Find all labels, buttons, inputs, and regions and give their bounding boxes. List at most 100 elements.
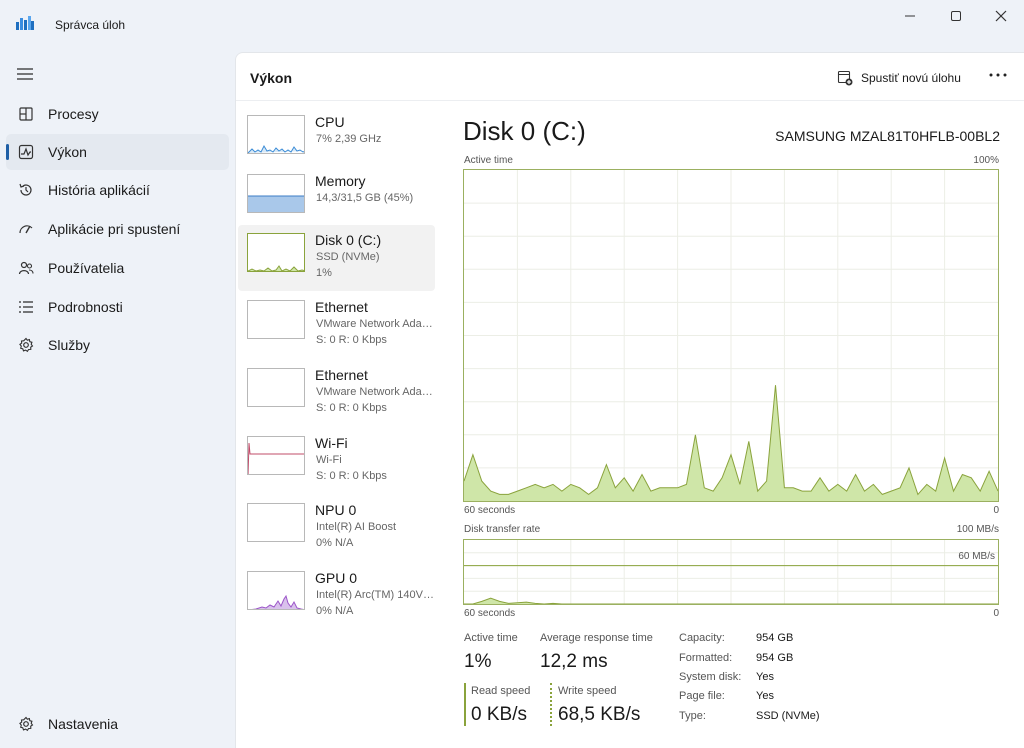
property-label: Page file: <box>679 690 725 702</box>
app-title: Správca úloh <box>55 18 126 32</box>
device-usage: 0% N/A <box>316 537 354 549</box>
device-detail: 14,3/31,5 GB (45%) <box>316 192 414 204</box>
property-value: Yes <box>756 690 774 702</box>
page-header: Výkon Spustiť novú úlohu <box>236 53 1024 101</box>
more-options-icon <box>989 73 1007 77</box>
active-time-graph-max: 100% <box>973 155 999 166</box>
hamburger-menu-icon[interactable] <box>16 66 34 82</box>
device-name: GPU 0 <box>315 570 358 586</box>
sidebar-item-label: Výkon <box>48 144 87 160</box>
services-icon <box>19 337 34 353</box>
minimize-button[interactable] <box>887 0 933 32</box>
performance-icon <box>18 144 34 160</box>
sidebar-item-label: Podrobnosti <box>48 299 123 315</box>
sidebar-item-services[interactable]: Služby <box>6 327 229 363</box>
active-time-x-right: 0 <box>993 505 999 516</box>
property-value: SSD (NVMe) <box>756 710 820 722</box>
history-icon <box>19 183 32 196</box>
device-name: Memory <box>315 173 366 189</box>
sidebar-item-label: Používatelia <box>48 260 125 276</box>
close-button[interactable] <box>978 0 1024 32</box>
device-usage: 1% <box>316 267 332 279</box>
property-label: Capacity: <box>679 632 725 644</box>
device-disk-0[interactable]: Disk 0 (C:) SSD (NVMe) 1% <box>238 225 435 291</box>
property-value: 954 GB <box>756 632 794 644</box>
sidebar-item-label: Aplikácie pri spustení <box>48 221 181 237</box>
sidebar-item-app-history[interactable]: História aplikácií <box>6 172 229 208</box>
sidebar-item-label: Nastavenia <box>48 716 119 732</box>
device-detail: 7% 2,39 GHz <box>316 133 382 145</box>
device-gpu-0[interactable]: GPU 0 Intel(R) Arc(TM) 140V GPU 0% N/A <box>238 563 436 629</box>
device-name: NPU 0 <box>315 502 357 518</box>
page-title: Výkon <box>250 70 293 86</box>
property-value: Yes <box>756 671 774 683</box>
device-ethernet-1[interactable]: Ethernet VMware Network Adapter VMnet1 S… <box>238 292 436 358</box>
property-value: 954 GB <box>756 652 794 664</box>
more-options-button[interactable] <box>986 69 1010 85</box>
device-wifi[interactable]: Wi-Fi Wi-Fi S: 0 R: 0 Kbps <box>238 428 435 494</box>
minimize-icon <box>905 15 915 17</box>
avg-response-value: 12,2 ms <box>540 651 608 672</box>
detail-title: Disk 0 (C:) <box>463 116 586 146</box>
device-detail: Intel(R) AI Boost <box>316 521 397 533</box>
avg-response-label: Average response time <box>540 632 653 644</box>
active-time-chart <box>463 170 999 501</box>
active-time-graph-label: Active time <box>464 155 513 166</box>
transfer-rate-x-left: 60 seconds <box>464 608 516 619</box>
device-name: Wi-Fi <box>315 435 348 451</box>
sidebar-item-processes[interactable]: Procesy <box>6 96 229 132</box>
device-usage: S: 0 R: 0 Kbps <box>316 470 387 482</box>
sidebar-item-label: História aplikácií <box>48 182 150 198</box>
sidebar-item-startup-apps[interactable]: Aplikácie pri spustení <box>6 211 229 247</box>
property-label: Type: <box>679 710 706 722</box>
property-label: System disk: <box>679 671 742 683</box>
device-detail: Intel(R) Arc(TM) 140V GPU <box>316 589 436 601</box>
device-detail: Wi-Fi <box>316 454 342 466</box>
device-usage: 0% N/A <box>316 605 354 617</box>
run-new-task-label: Spustiť novú úlohu <box>861 71 961 85</box>
device-npu-0[interactable]: NPU 0 Intel(R) AI Boost 0% N/A <box>238 495 435 561</box>
transfer-rate-graph: 60 MB/s <box>463 539 999 605</box>
sidebar-item-users[interactable]: Používatelia <box>6 250 229 286</box>
read-speed-value: 0 KB/s <box>471 704 527 725</box>
write-speed-label: Write speed <box>558 685 617 697</box>
memory-thumbnail-graph <box>247 174 305 213</box>
transfer-rate-x-right: 0 <box>993 608 999 619</box>
device-name: Ethernet <box>315 367 368 383</box>
sidebar-item-performance[interactable]: Výkon <box>6 134 229 170</box>
gear-icon <box>19 716 34 732</box>
transfer-rate-graph-max: 100 MB/s <box>956 524 999 535</box>
device-cpu[interactable]: CPU 7% 2,39 GHz <box>238 107 435 173</box>
property-label: Formatted: <box>679 652 733 664</box>
startup-icon <box>19 225 33 234</box>
maximize-button[interactable] <box>933 0 979 32</box>
sidebar-item-label: Služby <box>48 337 91 353</box>
sidebar-item-label: Procesy <box>48 106 99 122</box>
run-new-task-button[interactable]: Spustiť novú úlohu <box>837 67 961 89</box>
device-usage: S: 0 R: 0 Kbps <box>316 334 387 346</box>
device-usage: S: 0 R: 0 Kbps <box>316 402 387 414</box>
gpu-thumbnail-graph <box>247 571 305 610</box>
transfer-rate-graph-label: Disk transfer rate <box>464 524 541 535</box>
ethernet-thumbnail-graph <box>247 300 305 339</box>
maximize-icon <box>951 11 961 21</box>
device-name: CPU <box>315 114 345 130</box>
read-speed-indicator <box>464 683 466 726</box>
device-name: Disk 0 (C:) <box>315 232 382 248</box>
sidebar-item-settings[interactable]: Nastavenia <box>6 706 229 742</box>
device-memory[interactable]: Memory 14,3/31,5 GB (45%) <box>238 166 435 232</box>
details-icon <box>19 301 33 313</box>
device-detail: SSD (NVMe) <box>316 251 380 263</box>
transfer-rate-ref-label: 60 MB/s <box>958 551 995 562</box>
device-ethernet-2[interactable]: Ethernet VMware Network Adapter VMnet8 S… <box>238 360 436 426</box>
device-name: Ethernet <box>315 299 368 315</box>
npu-thumbnail-graph <box>247 503 305 542</box>
active-time-label: Active time <box>464 632 518 644</box>
wifi-thumbnail-graph <box>247 436 305 475</box>
sidebar-item-details[interactable]: Podrobnosti <box>6 289 229 325</box>
active-time-value: 1% <box>464 651 492 672</box>
transfer-rate-chart <box>464 540 998 605</box>
write-speed-indicator <box>550 683 552 726</box>
read-speed-label: Read speed <box>471 685 531 697</box>
cpu-thumbnail-graph <box>247 115 305 154</box>
